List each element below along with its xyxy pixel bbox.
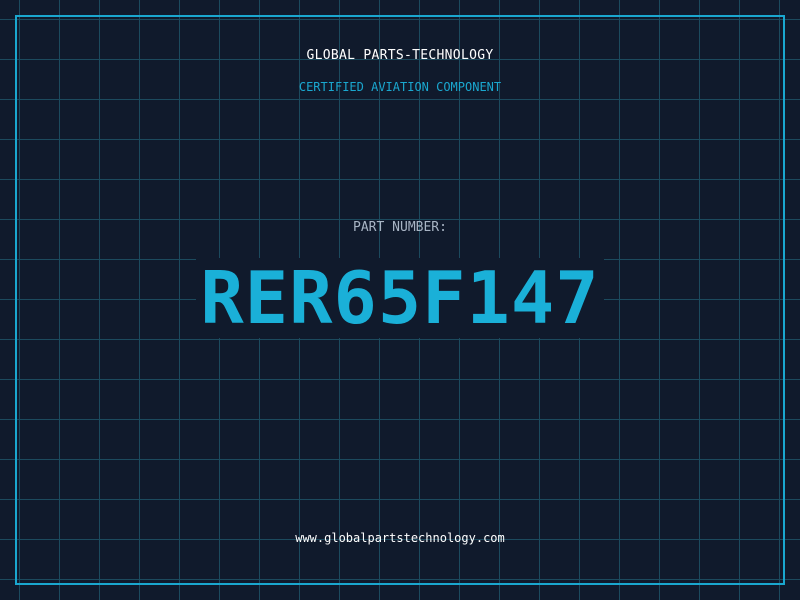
part-number-panel: RER65F147 (196, 258, 604, 338)
company-name: GLOBAL PARTS-TECHNOLOGY (306, 48, 494, 63)
part-number-label: PART NUMBER: (353, 220, 447, 235)
label-card: GLOBAL PARTS-TECHNOLOGY CERTIFIED AVIATI… (0, 0, 800, 600)
website-url: www.globalpartstechnology.com (295, 531, 505, 545)
part-number-value: RER65F147 (200, 256, 600, 340)
certification-subtitle: CERTIFIED AVIATION COMPONENT (298, 80, 502, 94)
